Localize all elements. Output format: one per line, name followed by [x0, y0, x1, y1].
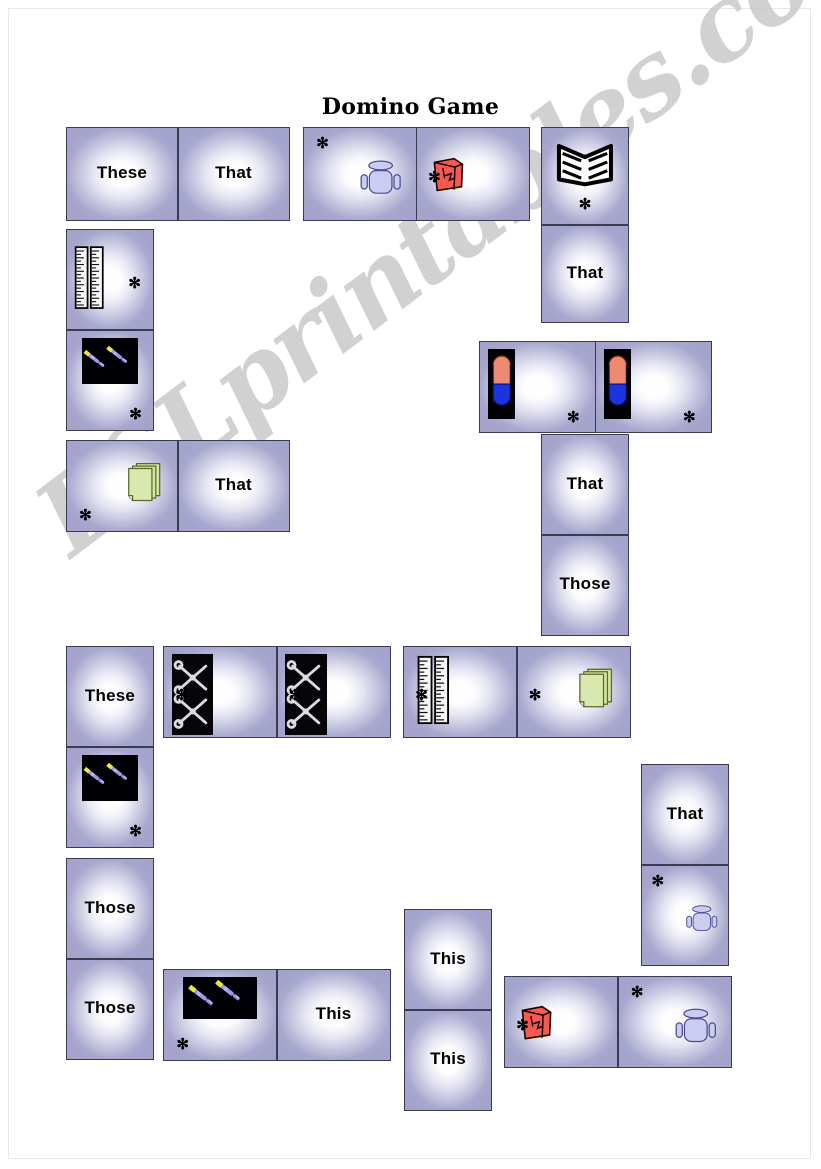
domino-word-label: That — [566, 473, 604, 493]
asterisk-marker: ✻ — [316, 135, 329, 153]
domino-half-word[interactable]: That — [177, 440, 290, 532]
asterisk-marker: ✻ — [578, 196, 592, 214]
asterisk-marker: ✻ — [528, 687, 542, 705]
domino-d13[interactable]: This This — [404, 909, 492, 1111]
domino-half-word[interactable]: That — [541, 224, 629, 323]
domino-half-picture[interactable]: ✻ — [541, 127, 629, 225]
desk-icon — [682, 879, 722, 958]
asterisk-marker: ✻ — [175, 687, 188, 705]
domino-half-picture[interactable]: ✻ — [403, 646, 517, 738]
domino-half-word[interactable]: That — [641, 764, 729, 865]
asterisk-marker: ✻ — [288, 687, 302, 705]
pens-icon — [81, 338, 139, 384]
asterisk-marker: ✻ — [516, 1017, 529, 1035]
domino-d12[interactable]: That ✻ — [641, 764, 729, 966]
domino-d1[interactable]: These That — [66, 127, 290, 221]
domino-word-label: That — [666, 803, 704, 823]
domino-half-picture[interactable]: ✻ — [66, 229, 154, 330]
domino-word-label: That — [215, 163, 252, 182]
domino-word-label: This — [430, 948, 466, 968]
domino-d10[interactable]: ✻ ✻ — [403, 646, 631, 738]
asterisk-marker: ✻ — [683, 408, 696, 426]
domino-word-label: That — [566, 262, 604, 282]
domino-word-label: That — [215, 475, 252, 494]
domino-half-picture[interactable]: ✻ — [479, 341, 596, 433]
asterisk-marker: ✻ — [79, 506, 92, 524]
asterisk-marker: ✻ — [630, 984, 644, 1002]
asterisk-marker: ✻ — [176, 1035, 189, 1053]
domino-d8[interactable]: These ✻ — [66, 646, 154, 848]
paper-stack-icon — [571, 654, 620, 726]
domino-d9[interactable]: ✻ ✻ — [163, 646, 391, 738]
domino-d2[interactable]: ✻ ✻ — [303, 127, 530, 221]
domino-half-word[interactable]: These — [66, 646, 154, 747]
domino-half-picture[interactable]: ✻ — [617, 976, 732, 1068]
domino-half-picture[interactable]: ✻ — [416, 127, 530, 221]
eraser-icon — [604, 349, 632, 420]
desk-icon — [670, 990, 722, 1062]
domino-half-picture[interactable]: ✻ — [303, 127, 417, 221]
domino-half-word[interactable]: Those — [66, 858, 154, 959]
asterisk-marker: ✻ — [428, 169, 441, 187]
domino-half-word[interactable]: That — [177, 127, 290, 221]
domino-d15[interactable]: ✻ ✻ — [504, 976, 732, 1068]
asterisk-marker: ✻ — [129, 405, 142, 423]
domino-word-label: This — [315, 1004, 352, 1023]
domino-half-picture[interactable]: ✻ — [276, 646, 391, 738]
asterisk-marker: ✻ — [651, 873, 665, 891]
domino-half-picture[interactable]: ✻ — [66, 329, 154, 431]
asterisk-marker: ✻ — [129, 822, 142, 840]
domino-d5[interactable]: ✻ That — [66, 440, 290, 532]
domino-half-picture[interactable]: ✻ — [641, 864, 729, 966]
domino-half-word[interactable]: Those — [66, 958, 154, 1060]
paper-stack-icon — [120, 448, 168, 520]
open-book-icon — [554, 136, 616, 196]
domino-word-label: These — [96, 163, 148, 182]
domino-half-word[interactable]: This — [404, 1009, 492, 1111]
worksheet-page: ESLprintables.com Domino Game These That ✻… — [0, 0, 821, 1169]
asterisk-marker: ✻ — [567, 408, 580, 426]
domino-d14[interactable]: ✻ This — [163, 969, 391, 1061]
domino-half-picture[interactable]: ✻ — [595, 341, 712, 433]
domino-half-picture[interactable]: ✻ — [163, 646, 277, 738]
pens-icon — [183, 977, 257, 1019]
desk-icon — [355, 141, 406, 215]
domino-half-picture[interactable]: ✻ — [66, 440, 178, 532]
domino-d6[interactable]: ✻ ✻ — [479, 341, 712, 433]
domino-half-word[interactable]: This — [404, 909, 492, 1010]
domino-word-label: Those — [84, 998, 136, 1017]
page-title: Domino Game — [321, 93, 500, 120]
domino-d7[interactable]: That Those — [541, 434, 629, 636]
eraser-icon — [488, 349, 516, 420]
domino-word-label: This — [430, 1049, 466, 1068]
domino-half-picture[interactable]: ✻ — [163, 969, 277, 1061]
domino-d3[interactable]: ✻ That — [541, 127, 629, 323]
asterisk-marker: ✻ — [415, 687, 428, 705]
rulers-icon — [73, 238, 107, 317]
domino-half-word[interactable]: These — [66, 127, 178, 221]
domino-half-word[interactable]: That — [541, 434, 629, 535]
domino-half-picture[interactable]: ✻ — [66, 746, 154, 848]
domino-word-label: Those — [84, 897, 136, 917]
domino-half-word[interactable]: Those — [541, 534, 629, 636]
domino-half-word[interactable]: This — [276, 969, 391, 1061]
domino-half-picture[interactable]: ✻ — [516, 646, 631, 738]
domino-word-label: Those — [559, 574, 611, 593]
pens-icon — [81, 755, 139, 801]
domino-d11[interactable]: Those Those — [66, 858, 154, 1060]
domino-half-picture[interactable]: ✻ — [504, 976, 618, 1068]
asterisk-marker: ✻ — [128, 274, 141, 292]
domino-d4[interactable]: ✻ ✻ — [66, 229, 154, 431]
domino-word-label: These — [84, 685, 136, 705]
